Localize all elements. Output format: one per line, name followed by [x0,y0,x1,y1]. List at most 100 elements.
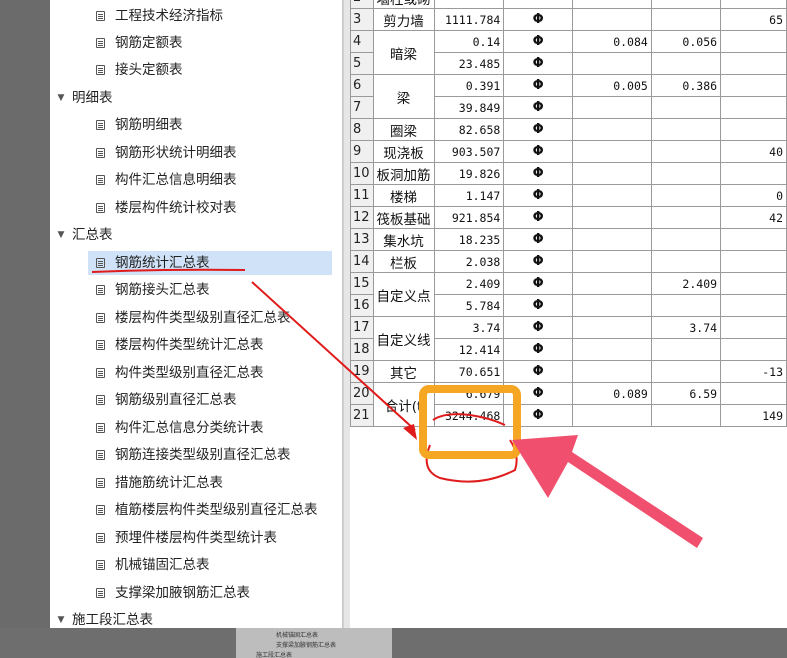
diameter-value-cell[interactable] [650,8,722,31]
rebar-grade-cell[interactable] [503,0,573,9]
component-name-cell[interactable]: 自定义线 [372,316,435,361]
component-name-cell[interactable]: 楼梯 [372,184,435,207]
tree-item[interactable]: 钢筋接头汇总表 [88,278,210,302]
row-number[interactable]: 2 [350,0,374,9]
diameter-value-cell[interactable]: 149 [720,404,787,427]
diameter-value-cell[interactable] [571,228,652,251]
tree-item[interactable]: 预埋件楼层构件类型统计表 [88,526,277,550]
row-number[interactable]: 5 [350,52,374,75]
diameter-value-cell[interactable] [650,228,722,251]
diameter-value-cell[interactable] [571,272,652,295]
diameter-value-cell[interactable] [650,404,722,427]
tree-item[interactable]: 构件汇总信息分类统计表 [88,416,264,440]
diameter-value-cell[interactable] [720,162,787,185]
diameter-value-cell[interactable]: 0.386 [650,74,722,97]
rebar-grade-cell[interactable]: Φ [503,52,573,75]
rebar-grade-cell[interactable]: Φ [503,140,573,163]
total-weight-cell[interactable]: 1111.784 [433,8,505,31]
rebar-grade-cell[interactable]: Φ [503,96,573,119]
diameter-value-cell[interactable]: 42 [720,206,787,229]
diameter-value-cell[interactable]: 2.409 [650,272,722,295]
tree-group[interactable]: ▼ 施工段汇总表 [54,608,153,628]
total-weight-cell[interactable]: 23.485 [433,52,505,75]
tree-item[interactable]: 构件汇总信息明细表 [88,168,237,192]
tree-item[interactable]: 钢筋连接类型级别直径汇总表 [88,443,291,467]
diameter-value-cell[interactable] [571,140,652,163]
diameter-value-cell[interactable] [720,52,787,75]
row-number[interactable]: 15 [350,272,374,295]
rebar-grade-cell[interactable]: Φ [503,162,573,185]
diameter-value-cell[interactable] [650,206,722,229]
diameter-value-cell[interactable] [650,162,722,185]
diameter-value-cell[interactable] [650,140,722,163]
diameter-value-cell[interactable] [571,96,652,119]
row-number[interactable]: 4 [350,30,374,53]
total-weight-cell[interactable]: 18.235 [433,228,505,251]
rebar-grade-cell[interactable]: Φ [503,228,573,251]
diameter-value-cell[interactable] [650,360,722,383]
component-name-cell[interactable]: 集水坑 [372,228,435,251]
diameter-value-cell[interactable] [720,294,787,317]
total-weight-cell[interactable]: 903.507 [433,140,505,163]
diameter-value-cell[interactable]: 3.74 [650,316,722,339]
diameter-value-cell[interactable] [571,118,652,141]
total-weight-cell[interactable]: 0.391 [433,74,505,97]
component-name-cell[interactable]: 合计(t [372,382,435,427]
tree-item[interactable]: 支撑梁加腋钢筋汇总表 [88,581,250,605]
rebar-grade-cell[interactable]: Φ [503,316,573,339]
total-weight-cell[interactable]: 2.038 [433,250,505,273]
rebar-grade-cell[interactable]: Φ [503,338,573,361]
diameter-value-cell[interactable] [720,338,787,361]
diameter-value-cell[interactable]: 0.084 [571,30,652,53]
row-number[interactable]: 16 [350,294,374,317]
diameter-value-cell[interactable] [650,184,722,207]
component-name-cell[interactable]: 其它 [372,360,435,383]
tree-item[interactable]: 构件类型级别直径汇总表 [88,361,264,385]
component-name-cell[interactable]: 剪力墙 [372,8,435,31]
diameter-value-cell[interactable] [571,338,652,361]
diameter-value-cell[interactable] [650,0,722,9]
rebar-grade-cell[interactable]: Φ [503,382,573,405]
rebar-grade-cell[interactable]: Φ [503,360,573,383]
rebar-grade-cell[interactable]: Φ [503,184,573,207]
diameter-value-cell[interactable] [720,272,787,295]
component-name-cell[interactable]: 栏板 [372,250,435,273]
total-weight-cell[interactable]: 82.658 [433,118,505,141]
diameter-value-cell[interactable] [720,118,787,141]
row-number[interactable]: 11 [350,184,374,207]
tree-item[interactable]: 楼层构件类型统计汇总表 [88,333,264,357]
row-number[interactable]: 7 [350,96,374,119]
rebar-grade-cell[interactable]: Φ [503,118,573,141]
row-number[interactable]: 12 [350,206,374,229]
tree-item[interactable]: 钢筋级别直径汇总表 [88,388,237,412]
diameter-value-cell[interactable] [650,52,722,75]
diameter-value-cell[interactable] [720,228,787,251]
diameter-value-cell[interactable]: 65 [720,8,787,31]
diameter-value-cell[interactable] [650,250,722,273]
rebar-grade-cell[interactable]: Φ [503,30,573,53]
diameter-value-cell[interactable] [720,382,787,405]
row-number[interactable]: 3 [350,8,374,31]
diameter-value-cell[interactable] [571,52,652,75]
diameter-value-cell[interactable] [650,294,722,317]
tree-item[interactable]: 工程技术经济指标 [88,4,223,28]
component-name-cell[interactable]: 筏板基础 [372,206,435,229]
expand-caret-icon[interactable]: ▼ [54,86,68,110]
tree-item[interactable]: 楼层构件统计校对表 [88,196,237,220]
total-weight-cell[interactable]: 0.14 [433,30,505,53]
tree-item[interactable]: 措施筋统计汇总表 [88,471,223,495]
diameter-value-cell[interactable] [571,360,652,383]
diameter-value-cell[interactable] [571,316,652,339]
row-number[interactable]: 17 [350,316,374,339]
row-number[interactable]: 18 [350,338,374,361]
tree-item[interactable]: 楼层构件类型级别直径汇总表 [88,306,291,330]
tree-item[interactable]: 钢筋定额表 [88,31,183,55]
total-weight-cell[interactable]: 12.414 [433,338,505,361]
row-number[interactable]: 14 [350,250,374,273]
component-name-cell[interactable]: 暗梁 [372,30,435,75]
row-number[interactable]: 6 [350,74,374,97]
rebar-grade-cell[interactable]: Φ [503,74,573,97]
rebar-grade-cell[interactable]: Φ [503,272,573,295]
total-weight-cell[interactable]: 3244.468 [433,404,505,427]
total-weight-cell[interactable]: 39.849 [433,96,505,119]
